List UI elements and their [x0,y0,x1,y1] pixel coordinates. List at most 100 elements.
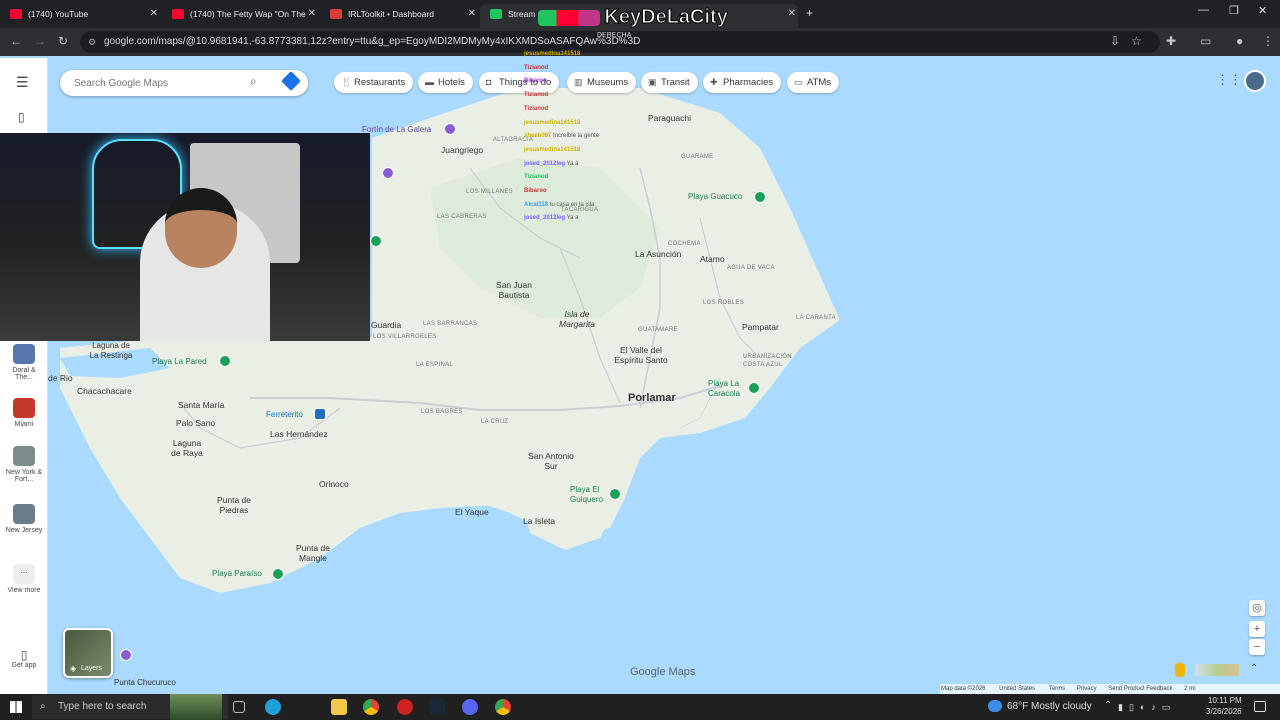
chip-hotels[interactable]: ▬ Hotels [418,72,473,93]
beach-pin-icon[interactable] [609,488,621,500]
apps-grid-icon[interactable]: ⋮⋮ [1216,72,1242,88]
beach-pin-icon[interactable] [370,235,382,247]
clock-time[interactable]: 10:11 PM [1208,696,1242,705]
attraction-pin-icon[interactable] [444,123,456,135]
discord-icon[interactable] [462,699,478,715]
tray-icons[interactable]: ▮▯◐♪▭ [1118,702,1198,712]
windows-start-icon[interactable] [10,701,22,713]
saved-icon[interactable]: ▯ [18,110,25,124]
town-yaque[interactable]: El Yaque [455,507,489,517]
chrome-active-icon[interactable] [495,699,511,715]
label-fortin[interactable]: Fortín de La Galera [362,125,431,134]
task-view-icon[interactable] [233,701,245,713]
notifications-icon[interactable] [1254,701,1266,712]
clock-date[interactable]: 3/26/2026 [1206,707,1242,716]
close-icon[interactable]: ✕ [150,4,158,24]
town-hernandez[interactable]: Las Hernández [270,429,328,439]
town-piedras[interactable]: Punta de Piedras [214,495,254,515]
search-input[interactable] [74,75,244,91]
imagery-strip[interactable] [1195,664,1239,676]
sidepanel-icon[interactable]: ▭ [1200,34,1211,48]
get-app-button[interactable]: ▯ Get app [4,648,44,669]
town-juangriego[interactable]: Juangriego [441,145,483,155]
directions-icon[interactable] [281,71,301,91]
minimize-icon[interactable]: — [1198,4,1209,16]
town-sanjuan[interactable]: San Juan Bautista [492,280,536,300]
news-widget[interactable] [170,694,222,720]
close-icon[interactable]: ✕ [788,4,796,24]
search-icon[interactable]: ⌕ [250,74,257,89]
label-paraiso[interactable]: Playa Paraíso [212,569,262,578]
tab-youtube-video[interactable]: (1740) The Fetty Wap "On The ✕ [162,4,318,28]
area-lacaranta: LA CARANTA [796,315,836,321]
expand-icon[interactable]: ⌃ [1250,663,1258,674]
chip-restaurants[interactable]: 🍴 Restaurants [334,72,414,93]
town-santamaria[interactable]: Santa María [178,400,224,410]
area-losmillanes: LOS MILLANES [466,189,513,195]
recent-place-miami[interactable]: Miami [4,398,44,428]
label-guiquero[interactable]: Playa El Guiquero [570,485,610,505]
chrome-icon[interactable] [363,699,379,715]
weather-text[interactable]: 68°F Mostly cloudy [1007,701,1092,712]
town-mangle[interactable]: Punta de Mangle [293,543,333,563]
tab-title: IRLToolkit • Dashboard [348,9,434,19]
privacy-link[interactable]: Privacy [1077,686,1097,692]
tab-youtube[interactable]: (1740) YouTube ✕ [0,4,160,28]
zoom-out-button[interactable]: − [1249,639,1265,655]
recent-place-newjersey[interactable]: New Jersey [4,504,44,534]
attraction-pin-icon[interactable] [120,649,132,661]
forward-icon[interactable]: → [34,34,46,48]
profile-icon[interactable]: ● [1236,34,1243,48]
my-location-button[interactable]: ◎ [1249,600,1265,616]
beach-pin-icon[interactable] [748,382,760,394]
pegman-icon[interactable] [1175,663,1185,677]
town-orinoco[interactable]: Orinoco [319,479,349,489]
close-icon[interactable]: ✕ [308,4,316,24]
close-icon[interactable]: ✕ [468,4,476,24]
terms-link[interactable]: Terms [1049,686,1065,692]
edge-icon[interactable] [265,699,281,715]
maximize-icon[interactable]: ❐ [1229,4,1239,17]
town-isleta[interactable]: La Isleta [523,516,555,526]
bookmark-star-icon[interactable]: ☆ [1131,34,1142,48]
layers-button[interactable]: ◈ Layers [63,628,113,678]
beach-pin-icon[interactable] [754,191,766,203]
chip-atms[interactable]: ▭ ATMs [787,72,840,93]
recent-place-doral[interactable]: Doral & The... [4,344,44,381]
city-porlamar[interactable]: Porlamar [628,392,676,404]
menu-icon[interactable]: ☰ [16,74,29,91]
view-more-button[interactable]: ⋯ View more [4,564,44,594]
app-icon[interactable] [397,699,413,715]
stream-brand: KeyDeLaCity [538,6,728,29]
window-close-icon[interactable]: ✕ [1258,4,1267,17]
label-lacaracola[interactable]: Playa La Caracola [708,379,748,399]
file-explorer-icon[interactable] [331,699,347,715]
recent-place-newyork[interactable]: New York & Fort... [4,446,44,483]
menu-dots-icon[interactable]: ⋮ [1262,34,1274,48]
label-ferreterito[interactable]: Ferreterito [266,410,303,419]
steam-icon[interactable] [429,699,445,715]
town-valle[interactable]: El Valle del Espíritu Santo [607,345,675,365]
back-icon[interactable]: ← [10,34,22,48]
label-lapared[interactable]: Playa La Pared [152,357,207,366]
town-sanantonio[interactable]: San Antonio Sur [526,451,576,471]
attraction-pin-icon[interactable] [382,167,394,179]
town-palosano[interactable]: Palo Sano [176,418,215,428]
town-pampatar[interactable]: Pampatar [742,322,779,332]
reload-icon[interactable]: ↻ [58,34,68,48]
install-icon[interactable]: ⇩ [1110,34,1120,48]
transit-pin-icon[interactable] [314,408,326,420]
region-link[interactable]: United States [999,686,1035,692]
site-info-icon[interactable]: ⚙ [88,31,96,53]
account-avatar[interactable] [1244,70,1266,92]
tray-chevron-icon[interactable]: ⌃ [1104,700,1112,711]
zoom-in-button[interactable]: + [1249,621,1265,637]
town-chacachacare[interactable]: Chacachacare [77,386,132,396]
new-tab-icon[interactable]: + [806,6,813,20]
beach-pin-icon[interactable] [219,355,231,367]
tab-irltoolkit[interactable]: IRLToolkit • Dashboard ✕ [320,4,478,28]
feedback-link[interactable]: Send Product Feedback [1108,686,1172,692]
beach-pin-icon[interactable] [272,568,284,580]
extensions-icon[interactable]: ✚ [1166,34,1176,48]
weather-icon[interactable] [988,700,1002,712]
